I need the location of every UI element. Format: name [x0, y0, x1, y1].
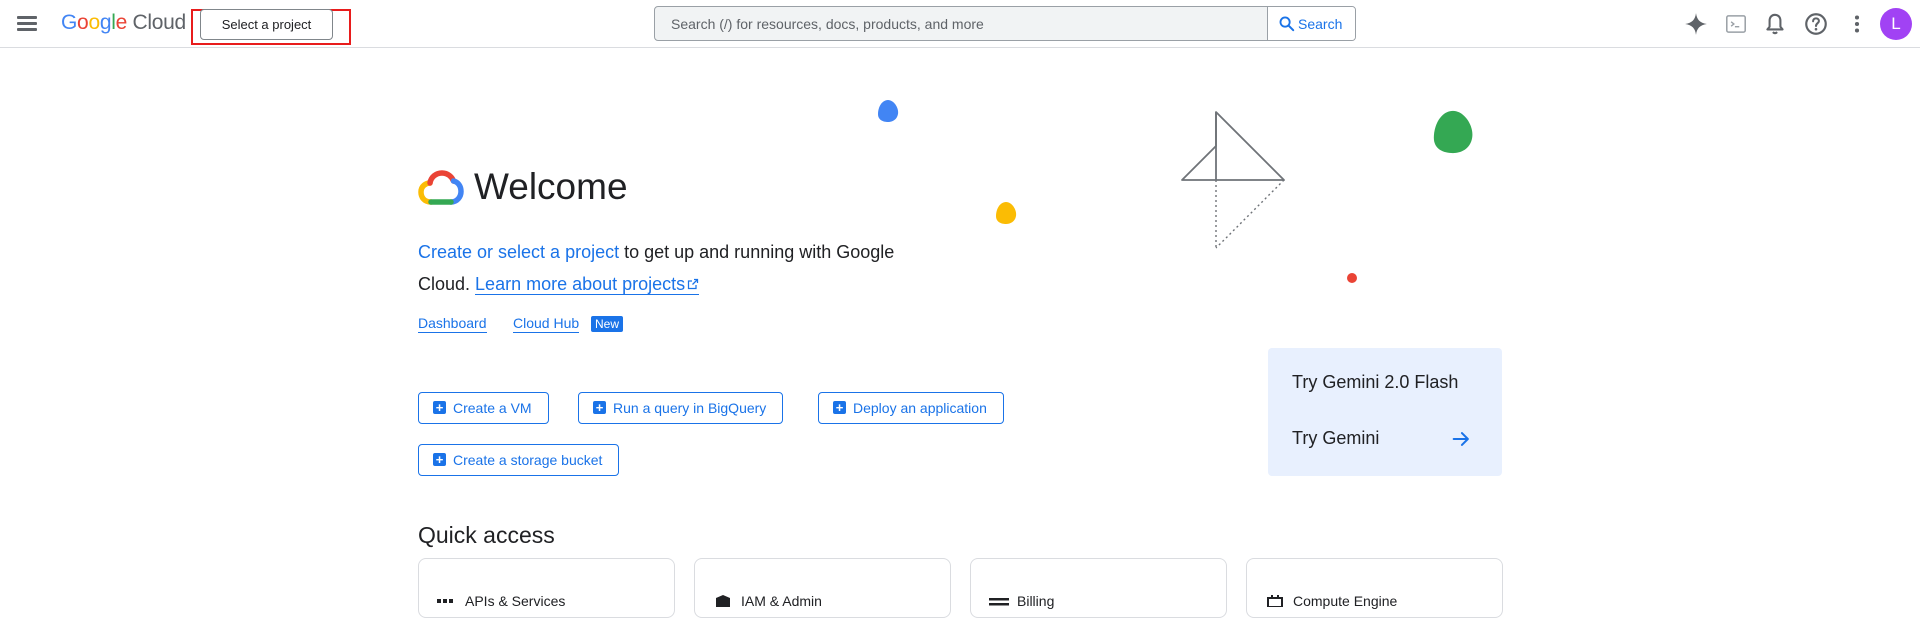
create-select-project-link[interactable]: Create or select a project	[418, 242, 619, 262]
learn-more-projects-link[interactable]: Learn more about projects	[475, 274, 700, 295]
help-icon[interactable]	[1803, 11, 1829, 37]
yellow-blob-decoration	[996, 202, 1017, 224]
search-input[interactable]	[655, 7, 1267, 40]
logo-google: Google	[61, 11, 127, 34]
gemini-sparkle-icon[interactable]	[1683, 11, 1709, 37]
google-cloud-logo[interactable]: Google Cloud	[61, 11, 186, 35]
avatar[interactable]: L	[1880, 8, 1912, 40]
billing-icon	[989, 598, 1009, 606]
gemini-promo-title: Try Gemini 2.0 Flash	[1292, 372, 1459, 392]
create-storage-bucket-button[interactable]: + Create a storage bucket	[418, 444, 620, 476]
red-dot-decoration	[1347, 273, 1357, 283]
action-label: Create a VM	[453, 400, 532, 416]
search-bar: Search	[654, 6, 1356, 41]
external-link-icon	[688, 278, 699, 290]
select-project-button[interactable]: Select a project	[200, 9, 333, 40]
quick-access-card-iam[interactable]: IAM & Admin	[694, 558, 951, 618]
quick-access-title: Quick access	[418, 522, 555, 548]
api-icon	[437, 599, 453, 603]
create-vm-button[interactable]: + Create a VM	[418, 392, 549, 424]
shield-icon	[716, 595, 730, 607]
notifications-icon[interactable]	[1762, 11, 1788, 37]
try-gemini-link[interactable]: Try Gemini	[1268, 418, 1502, 458]
try-gemini-label: Try Gemini	[1292, 428, 1380, 448]
learn-more-label: Learn more about projects	[475, 274, 686, 294]
plus-icon: +	[433, 453, 446, 466]
search-icon	[1279, 16, 1295, 32]
new-badge: New	[591, 316, 624, 332]
menu-icon[interactable]	[14, 11, 40, 35]
plus-icon: +	[833, 401, 846, 414]
deploy-application-button[interactable]: + Deploy an application	[818, 392, 1004, 424]
cloud-hub-link[interactable]: Cloud Hub	[513, 315, 580, 333]
search-button[interactable]: Search	[1267, 7, 1355, 40]
green-blob-decoration	[1433, 110, 1473, 154]
gemini-promo-card: Try Gemini 2.0 Flash Try Gemini	[1268, 348, 1502, 476]
logo-cloud: Cloud	[132, 11, 187, 34]
quick-access-label: Billing	[1017, 593, 1055, 609]
action-label: Run a query in BigQuery	[613, 400, 767, 416]
plus-icon: +	[433, 401, 446, 414]
blue-blob-decoration	[878, 100, 899, 122]
compute-icon	[1267, 595, 1283, 607]
quick-access-label: IAM & Admin	[741, 593, 822, 609]
quick-access-card-apis[interactable]: APIs & Services	[418, 558, 675, 618]
quick-access-card-compute[interactable]: Compute Engine	[1246, 558, 1503, 618]
arrow-right-icon	[1452, 432, 1469, 446]
action-label: Deploy an application	[853, 400, 987, 416]
paper-plane-decoration	[1181, 111, 1285, 249]
plus-icon: +	[593, 401, 606, 414]
search-button-label: Search	[1298, 16, 1343, 32]
quick-access-label: APIs & Services	[465, 593, 566, 609]
google-cloud-icon	[418, 170, 464, 205]
action-label: Create a storage bucket	[453, 452, 603, 468]
welcome-intro: Create or select a project to get up and…	[418, 236, 938, 300]
welcome-title: Welcome	[474, 166, 628, 207]
dashboard-link[interactable]: Dashboard	[418, 315, 487, 333]
run-bigquery-button[interactable]: + Run a query in BigQuery	[578, 392, 784, 424]
cloud-shell-icon[interactable]	[1723, 11, 1749, 37]
top-bar: Google Cloud Select a project Search L	[0, 0, 1920, 48]
more-vert-icon[interactable]	[1844, 11, 1870, 37]
quick-access-card-billing[interactable]: Billing	[970, 558, 1227, 618]
quick-access-label: Compute Engine	[1293, 593, 1398, 609]
